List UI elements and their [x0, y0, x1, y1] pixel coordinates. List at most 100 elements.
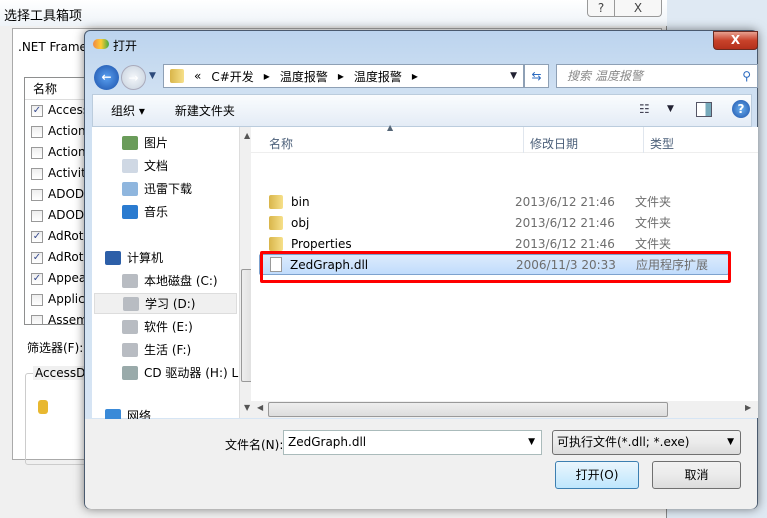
list-item-label: Action [48, 145, 86, 159]
toolbar: 组织 ▾ 新建文件夹 ☷ ▼ ? [92, 94, 752, 127]
nav-item[interactable]: 软件 (E:) [122, 316, 193, 337]
nav-item-label: 文档 [144, 159, 169, 173]
nav-item-label: 学习 (D:) [145, 297, 196, 311]
help-button[interactable]: ? [587, 0, 615, 17]
address-bar[interactable]: « C#开发 ▸ 温度报警 ▸ 温度报警 ▸ ▼ [163, 64, 524, 88]
drive-icon [122, 273, 138, 288]
nav-item[interactable]: 图片 [122, 132, 168, 153]
chevron-right-icon[interactable]: ▸ [264, 69, 270, 83]
window-title: 选择工具箱项 [4, 9, 83, 24]
filetype-dropdown-icon: ▼ [727, 437, 734, 447]
file-date: 2013/6/12 21:46 [515, 215, 615, 230]
breadcrumb-overflow[interactable]: « [194, 69, 201, 83]
music-icon [122, 204, 138, 219]
list-item-label: ADOD [48, 187, 85, 201]
list-item-label: Action [48, 124, 86, 138]
file-type: 文件夹 [635, 237, 672, 251]
documents-icon [122, 158, 138, 173]
nav-item[interactable]: 文档 [122, 155, 168, 176]
refresh-icon: ⇆ [531, 69, 542, 83]
list-item-label: Assem [48, 313, 88, 325]
checkbox[interactable] [31, 293, 43, 306]
scrollbar-thumb[interactable] [268, 402, 668, 417]
search-input[interactable]: 搜索 温度报警 ⚲ [556, 64, 758, 88]
close-button[interactable]: X [614, 0, 662, 17]
folder-icon [269, 194, 283, 209]
file-list: 名称 ▲ 修改日期 类型 bin 2013/6/12 21:46 文件夹 obj 201… [251, 123, 758, 418]
filename-value: ZedGraph.dll [288, 435, 367, 449]
checkbox[interactable] [31, 167, 43, 180]
close-button[interactable]: X [713, 31, 758, 50]
checkbox[interactable] [31, 314, 43, 324]
folder-icon [269, 215, 283, 230]
folder-icon [170, 69, 184, 83]
nav-item-label: CD 驱动器 (H:) L [144, 366, 239, 380]
filetype-select[interactable]: 可执行文件(*.dll; *.exe) ▼ [552, 430, 741, 455]
checkbox[interactable] [31, 125, 43, 138]
drive-icon [122, 342, 138, 357]
filename-dropdown-icon[interactable]: ▼ [528, 431, 535, 454]
chevron-right-icon[interactable]: ▸ [338, 69, 344, 83]
list-item-label: Appea [48, 271, 87, 285]
column-date[interactable]: 修改日期 [530, 135, 578, 152]
filename-input[interactable]: ZedGraph.dll ▼ [283, 430, 542, 455]
drive-icon [122, 319, 138, 334]
scroll-right-icon[interactable]: ▶ [745, 403, 751, 412]
navigation-pane: 图片文档迅雷下载 音乐计算机本地磁盘 (C:) 学习 (D:) 软件 (E:) 生活 (… [92, 127, 256, 423]
checkbox[interactable] [31, 209, 43, 222]
nav-item[interactable]: 音乐 [122, 201, 168, 222]
checkbox[interactable] [31, 146, 43, 159]
open-button[interactable]: 打开(O) [555, 461, 639, 489]
file-name: Properties [291, 236, 352, 251]
organize-button[interactable]: 组织 ▾ [111, 102, 145, 119]
view-dropdown-icon[interactable]: ▼ [667, 104, 674, 114]
address-dropdown-icon[interactable]: ▼ [510, 71, 517, 81]
column-type[interactable]: 类型 [650, 135, 674, 152]
filetype-value: 可执行文件(*.dll; *.exe) [557, 435, 690, 449]
checkbox[interactable] [31, 188, 43, 201]
scroll-up-icon[interactable]: ▲ [244, 131, 250, 140]
app-icon [93, 39, 109, 49]
view-options-icon[interactable]: ☷ [639, 102, 650, 116]
cancel-button[interactable]: 取消 [652, 461, 741, 489]
file-row[interactable]: bin 2013/6/12 21:46 文件夹 [259, 191, 729, 212]
file-row[interactable]: obj 2013/6/12 21:46 文件夹 [259, 212, 729, 233]
cd-drive-icon [122, 365, 138, 380]
nav-item-label: 本地磁盘 (C:) [144, 274, 218, 288]
recent-pages-dropdown[interactable]: ▼ [149, 71, 156, 81]
help-icon[interactable]: ? [732, 100, 750, 118]
back-button[interactable]: ← [94, 65, 119, 90]
title-bar: 选择工具箱项 ? X [0, 0, 667, 26]
checkbox[interactable]: ✓ [31, 104, 43, 117]
component-icon [38, 400, 48, 414]
nav-item-label: 计算机 [127, 251, 164, 265]
file-type: 文件夹 [635, 195, 672, 209]
breadcrumb-temp-alarm-2[interactable]: 温度报警 [354, 68, 402, 85]
nav-item[interactable]: 生活 (F:) [122, 339, 191, 360]
preview-pane-icon[interactable] [696, 102, 712, 117]
nav-item[interactable]: 计算机 [105, 247, 163, 268]
filter-label: 筛选器(F): [27, 341, 84, 355]
column-name[interactable]: 名称 [269, 135, 293, 152]
horizontal-scrollbar[interactable]: ◀ ▶ [251, 401, 758, 418]
nav-item-label: 生活 (F:) [144, 343, 192, 357]
nav-item[interactable]: 迅雷下载 [122, 178, 192, 199]
scroll-down-icon[interactable]: ▼ [244, 403, 250, 412]
checkbox[interactable]: ✓ [31, 251, 43, 264]
refresh-button[interactable]: ⇆ [524, 64, 549, 88]
forward-button[interactable]: → [121, 65, 146, 90]
open-file-dialog: 打开 X ← → ▼ « C#开发 ▸ 温度报警 ▸ 温度报警 ▸ ▼ ⇆ 搜索 温度… [84, 30, 758, 509]
checkbox[interactable]: ✓ [31, 272, 43, 285]
chevron-right-icon[interactable]: ▸ [412, 69, 418, 83]
scroll-left-icon[interactable]: ◀ [257, 403, 263, 412]
new-folder-button[interactable]: 新建文件夹 [175, 102, 235, 119]
nav-item[interactable]: 学习 (D:) [94, 293, 237, 314]
search-icon[interactable]: ⚲ [742, 65, 751, 87]
checkbox[interactable]: ✓ [31, 230, 43, 243]
file-date: 2013/6/12 21:46 [515, 236, 615, 251]
tab-dotnet-framework[interactable]: .NET Frame [18, 40, 87, 54]
nav-item[interactable]: 本地磁盘 (C:) [122, 270, 218, 291]
breadcrumb-csharp[interactable]: C#开发 [211, 68, 253, 85]
nav-item[interactable]: CD 驱动器 (H:) L [122, 362, 238, 383]
breadcrumb-temp-alarm[interactable]: 温度报警 [280, 68, 328, 85]
